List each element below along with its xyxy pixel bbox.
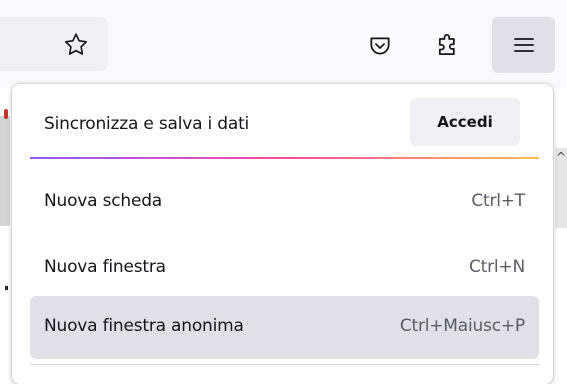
menu-item-shortcut: Ctrl+N [468,257,525,277]
page-content-mark [4,109,8,119]
app-menu-panel: Sincronizza e salva i dati Accedi Nuova … [12,84,553,384]
menu-item-label: Nuova finestra [44,257,166,277]
accent-separator [30,157,539,159]
menu-item-label: Nuova scheda [44,191,163,211]
menu-item-shortcut: Ctrl+Maiusc+P [399,316,525,336]
page-content-edge [0,116,10,226]
menu-separator [30,364,539,365]
chevron-up-icon: ^ [556,150,567,164]
menu-item-new-tab[interactable]: Nuova scheda Ctrl+T [30,171,539,234]
menu-item-new-window[interactable]: Nuova finestra Ctrl+N [30,237,539,300]
star-icon[interactable] [56,25,96,65]
menu-item-label: Nuova finestra anonima [44,316,244,336]
pocket-icon[interactable] [358,24,402,68]
menu-item-shortcut: Ctrl+T [471,191,525,211]
page-content-dot [5,286,8,290]
browser-toolbar [0,0,567,88]
sync-row: Sincronizza e salva i dati Accedi [32,98,537,152]
puzzle-extensions-icon[interactable] [426,24,470,68]
hamburger-menu-icon[interactable] [492,17,555,73]
sync-label: Sincronizza e salva i dati [44,114,250,134]
menu-item-new-private-window[interactable]: Nuova finestra anonima Ctrl+Maiusc+P [30,296,539,359]
sign-in-button[interactable]: Accedi [410,98,520,146]
